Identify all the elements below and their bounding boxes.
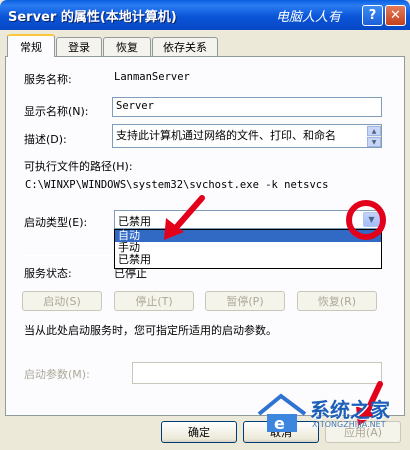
display-name-label: 显示名称(N): [24, 105, 89, 118]
startup-option-manual[interactable]: 手动 [115, 242, 381, 254]
tab-recovery[interactable]: 恢复 [103, 37, 151, 56]
display-name-field[interactable]: Server [112, 97, 382, 117]
start-button[interactable]: 启动(S) [22, 291, 102, 311]
start-params-input[interactable] [132, 362, 382, 384]
window-title: Server 的属性(本地计算机) [8, 10, 177, 25]
stop-button[interactable]: 停止(T) [114, 291, 194, 311]
resume-button[interactable]: 恢复(R) [297, 291, 377, 311]
help-icon: ? [368, 8, 377, 23]
service-name-value: LanmanServer [114, 71, 190, 83]
start-params-label: 启动参数(M): [24, 368, 90, 381]
svg-text:e: e [274, 414, 285, 433]
startup-type-value: 已禁用 [118, 215, 151, 228]
house-logo-icon: e [257, 393, 307, 433]
annotation-arrow-icon [164, 195, 205, 240]
tab-label: 恢复 [116, 41, 138, 54]
scroll-down-icon[interactable]: ▼ [367, 137, 381, 147]
annotation-circle [346, 200, 386, 240]
service-name-label: 服务名称: [24, 73, 72, 86]
description-scrollbar[interactable]: ▲ ▼ [367, 125, 381, 147]
startup-type-label: 启动类型(E): [24, 216, 88, 229]
tab-general[interactable]: 常规 [7, 34, 55, 57]
watermark-text: 电脑人人有 [276, 10, 342, 25]
close-button[interactable]: ✕ [385, 5, 406, 26]
logo-text: 系统之家 [310, 398, 390, 422]
description-field[interactable]: 支持此计算机通过网络的文件、打印、和命名 ▲ ▼ [112, 124, 382, 148]
tab-dependencies[interactable]: 依存关系 [152, 37, 218, 56]
description-label: 描述(D): [24, 133, 67, 146]
title-bar[interactable]: Server 的属性(本地计算机) 电脑人人有 ? ✕ [0, 0, 410, 30]
help-button[interactable]: ? [362, 5, 383, 26]
startup-type-combobox[interactable]: 已禁用 ▼ [114, 210, 382, 229]
tab-label: 依存关系 [163, 41, 207, 54]
service-status-label: 服务状态: [24, 267, 72, 280]
hint-text: 当从此处启动服务时，您可指定所适用的启动参数。 [24, 324, 277, 337]
logo-subtext: XITONGZHIJIA.NET [312, 420, 386, 429]
exe-path-label: 可执行文件的路径(H): [24, 160, 133, 173]
tab-logon[interactable]: 登录 [56, 37, 102, 56]
site-logo: e 系统之家 XITONGZHIJIA.NET [255, 392, 405, 440]
tab-label: 常规 [20, 40, 42, 54]
startup-option-auto[interactable]: 自动 [115, 230, 381, 242]
description-text: 支持此计算机通过网络的文件、打印、和命名 [116, 129, 336, 142]
startup-type-dropdown[interactable]: 自动 手动 已禁用 [114, 229, 382, 269]
ok-button[interactable]: 确定 [161, 421, 237, 443]
scroll-up-icon[interactable]: ▲ [367, 126, 381, 136]
close-icon: ✕ [390, 8, 401, 23]
pause-button[interactable]: 暂停(P) [205, 291, 285, 311]
startup-option-disabled[interactable]: 已禁用 [115, 254, 381, 266]
tab-label: 登录 [68, 41, 90, 54]
